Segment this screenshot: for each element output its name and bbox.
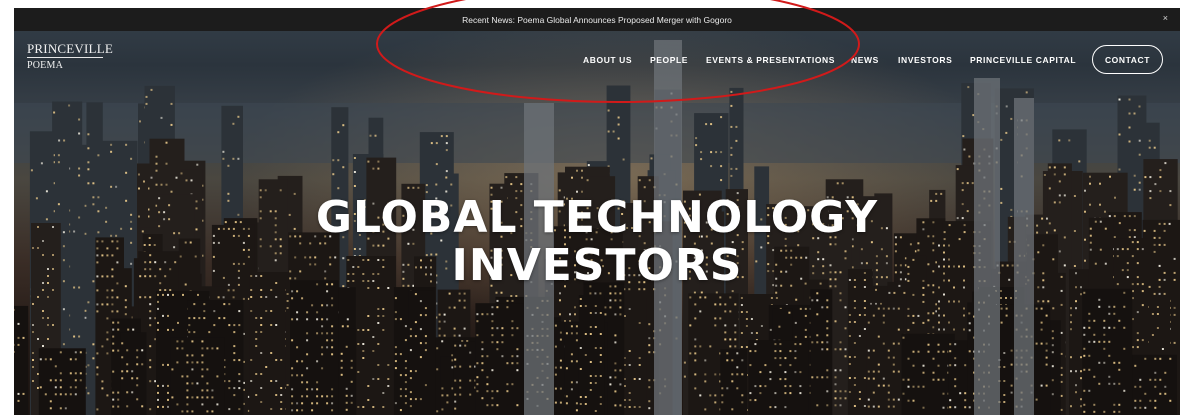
contact-button[interactable]: CONTACT (1092, 45, 1163, 74)
nav-item-events-presentations[interactable]: EVENTS & PRESENTATIONS (706, 55, 835, 65)
nav-item-news[interactable]: NEWS (851, 55, 879, 65)
logo-divider (27, 57, 103, 58)
nav-item-about-us[interactable]: ABOUT US (583, 55, 632, 65)
page-frame: Recent News: Poema Global Announces Prop… (14, 8, 1180, 415)
headline-line-2: INVESTORS (451, 240, 743, 291)
logo-line-2: POEMA (27, 60, 64, 71)
close-icon[interactable]: × (1163, 13, 1168, 23)
nav-item-people[interactable]: PEOPLE (650, 55, 688, 65)
site-logo[interactable]: PRINCEVILLE POEMA (27, 42, 113, 71)
headline-line-1: GLOBAL TECHNOLOGY (315, 192, 879, 243)
news-bar[interactable]: Recent News: Poema Global Announces Prop… (14, 8, 1180, 31)
news-bar-text[interactable]: Recent News: Poema Global Announces Prop… (462, 15, 732, 25)
nav-item-investors[interactable]: INVESTORS (898, 55, 952, 65)
logo-line-1: PRINCEVILLE (27, 41, 113, 56)
nav-item-princeville-capital[interactable]: PRINCEVILLE CAPITAL (970, 55, 1076, 65)
hero-headline: GLOBAL TECHNOLOGY INVESTORS (14, 194, 1180, 290)
